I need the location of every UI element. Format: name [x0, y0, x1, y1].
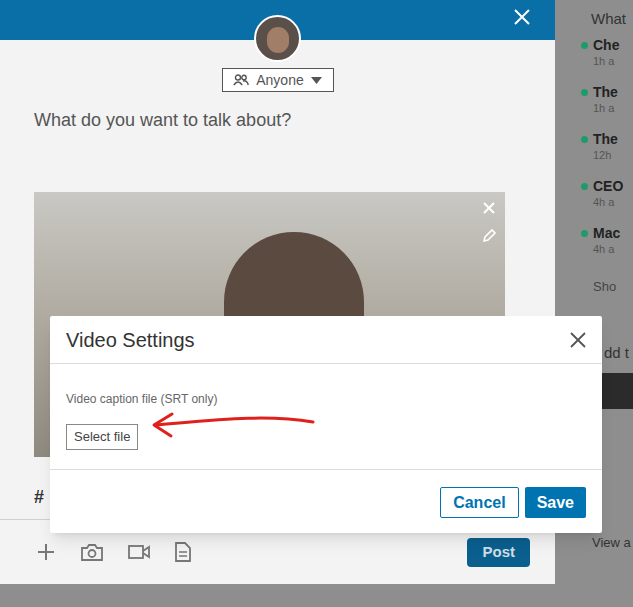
item-meta: 12h	[593, 148, 633, 162]
document-icon[interactable]	[175, 542, 191, 562]
select-file-button[interactable]: Select file	[66, 424, 138, 450]
item-meta: 4h a	[593, 242, 633, 256]
item-title: Che	[593, 36, 633, 54]
sidebar-item[interactable]: The12h	[580, 130, 633, 177]
close-icon[interactable]	[513, 8, 531, 26]
people-icon	[233, 74, 249, 86]
caret-icon	[311, 77, 322, 84]
bullet-dot	[581, 230, 588, 237]
plus-icon[interactable]	[36, 542, 56, 562]
video-icon[interactable]	[128, 544, 150, 560]
annotation-arrow-icon	[145, 406, 320, 440]
bullet-dot	[581, 42, 588, 49]
news-logo	[601, 373, 633, 409]
sidebar-item[interactable]: CEO4h a	[580, 177, 633, 224]
visibility-label: Anyone	[256, 70, 303, 91]
post-text-field[interactable]: What do you want to talk about?	[0, 109, 555, 131]
bullet-dot	[581, 183, 588, 190]
avatar	[254, 15, 301, 62]
item-title: The	[593, 130, 633, 148]
sidebar-item[interactable]: The1h a	[580, 83, 633, 130]
cancel-button[interactable]: Cancel	[440, 487, 518, 518]
caption-file-label: Video caption file (SRT only)	[66, 390, 586, 408]
close-icon[interactable]	[570, 332, 586, 348]
save-button[interactable]: Save	[525, 487, 586, 518]
screen: Anyone What do you want to talk about? #…	[0, 0, 633, 607]
item-title: The	[593, 83, 633, 101]
sidebar-item[interactable]: Mac4h a	[580, 224, 633, 271]
camera-icon[interactable]	[81, 543, 103, 561]
video-settings-dialog: Video Settings Video caption file (SRT o…	[50, 316, 602, 533]
remove-icon[interactable]	[481, 200, 497, 216]
bullet-dot	[581, 89, 588, 96]
bullet-dot	[581, 136, 588, 143]
item-meta: 1h a	[593, 101, 633, 115]
sidebar-item[interactable]: Che1h a	[580, 36, 633, 83]
item-title: CEO	[593, 177, 633, 195]
dialog-title: Video Settings	[66, 325, 195, 355]
view-all-link[interactable]: View a	[592, 533, 633, 553]
item-title: Mac	[593, 224, 633, 242]
item-meta: 1h a	[593, 54, 633, 68]
sidebar-heading: dd t	[604, 342, 633, 365]
post-button[interactable]: Post	[467, 538, 530, 567]
item-meta: 4h a	[593, 195, 633, 209]
visibility-dropdown[interactable]: Anyone	[222, 68, 334, 92]
edit-icon[interactable]	[481, 228, 497, 244]
show-more-link[interactable]: Sho	[593, 277, 633, 297]
sidebar-heading: What	[591, 8, 633, 31]
